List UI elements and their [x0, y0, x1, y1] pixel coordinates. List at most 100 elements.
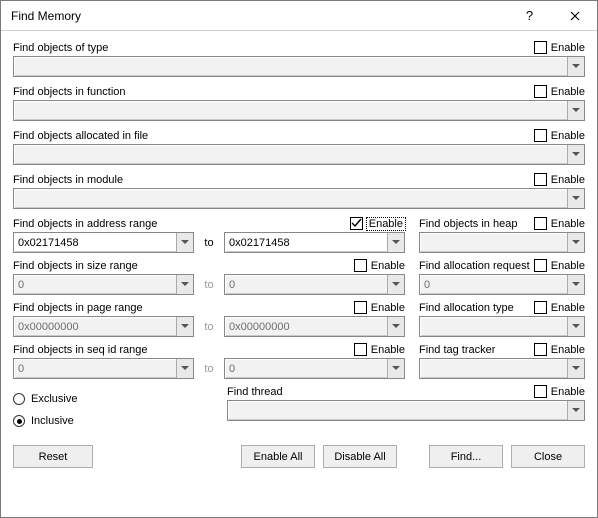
allocreq-enable-label: Enable: [551, 260, 585, 272]
section-heap: Find objects in heap Enable: [419, 217, 585, 253]
radio-inclusive[interactable]: Inclusive: [13, 415, 213, 427]
function-dropdown[interactable]: [13, 100, 585, 121]
section-tag-tracker: Find tag tracker Enable: [419, 343, 585, 379]
file-enable-checkbox[interactable]: [534, 129, 547, 142]
section-address: Find objects in address range Enable 0x0…: [13, 217, 405, 253]
find-memory-dialog: Find Memory ? Find objects of type Enabl…: [0, 0, 598, 518]
chevron-down-icon: [176, 275, 193, 294]
chevron-down-icon: [387, 359, 404, 378]
size-enable-checkbox[interactable]: [354, 259, 367, 272]
allocreq-enable-checkbox[interactable]: [534, 259, 547, 272]
close-icon: [570, 11, 580, 21]
thread-enable-checkbox[interactable]: [534, 385, 547, 398]
seqid-to-dropdown[interactable]: 0: [224, 358, 405, 379]
radio-icon: [13, 415, 25, 427]
thread-dropdown[interactable]: [227, 400, 585, 421]
help-button[interactable]: ?: [507, 1, 552, 30]
close-window-button[interactable]: [552, 1, 597, 30]
size-label: Find objects in size range: [13, 260, 138, 272]
size-enable-label: Enable: [371, 260, 405, 272]
seqid-label: Find objects in seq id range: [13, 344, 148, 356]
address-from-dropdown[interactable]: 0x02171458: [13, 232, 194, 253]
section-page: Find objects in page range Enable 0x0000…: [13, 301, 405, 337]
module-enable-label: Enable: [551, 174, 585, 186]
address-enable-checkbox[interactable]: [350, 217, 363, 230]
chevron-down-icon: [567, 145, 584, 164]
thread-enable-label: Enable: [551, 386, 585, 398]
tag-enable-label: Enable: [551, 344, 585, 356]
help-icon: ?: [526, 8, 533, 23]
alloctype-enable-checkbox[interactable]: [534, 301, 547, 314]
alloctype-dropdown[interactable]: [419, 316, 585, 337]
section-size: Find objects in size range Enable 0 to 0: [13, 259, 405, 295]
function-enable-checkbox[interactable]: [534, 85, 547, 98]
chevron-down-icon: [176, 233, 193, 252]
tag-enable-checkbox[interactable]: [534, 343, 547, 356]
section-thread: Find thread Enable: [227, 385, 585, 421]
function-enable-label: Enable: [551, 86, 585, 98]
titlebar: Find Memory ?: [1, 1, 597, 31]
chevron-down-icon: [567, 101, 584, 120]
thread-label: Find thread: [227, 386, 283, 398]
seqid-enable-label: Enable: [371, 344, 405, 356]
radio-exclusive[interactable]: Exclusive: [13, 393, 213, 405]
chevron-down-icon: [387, 233, 404, 252]
seqid-from-dropdown[interactable]: 0: [13, 358, 194, 379]
window-title: Find Memory: [11, 9, 507, 23]
chevron-down-icon: [567, 57, 584, 76]
enable-all-button[interactable]: Enable All: [241, 445, 315, 468]
chevron-down-icon: [387, 275, 404, 294]
size-to-dropdown[interactable]: 0: [224, 274, 405, 295]
tag-dropdown[interactable]: [419, 358, 585, 379]
file-label: Find objects allocated in file: [13, 130, 148, 142]
chevron-down-icon: [176, 359, 193, 378]
file-dropdown[interactable]: [13, 144, 585, 165]
type-dropdown[interactable]: [13, 56, 585, 77]
chevron-down-icon: [387, 317, 404, 336]
section-file: Find objects allocated in file Enable: [13, 129, 585, 165]
seqid-to-label: to: [200, 363, 218, 375]
heap-enable-label: Enable: [551, 218, 585, 230]
tag-label: Find tag tracker: [419, 344, 495, 356]
page-label: Find objects in page range: [13, 302, 143, 314]
exclusive-label: Exclusive: [31, 393, 77, 405]
module-label: Find objects in module: [13, 174, 123, 186]
function-label: Find objects in function: [13, 86, 126, 98]
file-enable-label: Enable: [551, 130, 585, 142]
button-row: Reset Enable All Disable All Find... Clo…: [13, 433, 585, 468]
allocreq-label: Find allocation request: [419, 260, 530, 272]
heap-enable-checkbox[interactable]: [534, 217, 547, 230]
type-enable-checkbox[interactable]: [534, 41, 547, 54]
close-button[interactable]: Close: [511, 445, 585, 468]
seqid-enable-checkbox[interactable]: [354, 343, 367, 356]
address-to-dropdown[interactable]: 0x02171458: [224, 232, 405, 253]
reset-button[interactable]: Reset: [13, 445, 93, 468]
page-to-dropdown[interactable]: 0x00000000: [224, 316, 405, 337]
disable-all-button[interactable]: Disable All: [323, 445, 397, 468]
chevron-down-icon: [567, 233, 584, 252]
page-to-label: to: [200, 321, 218, 333]
dialog-content: Find objects of type Enable Find objects…: [1, 31, 597, 517]
chevron-down-icon: [176, 317, 193, 336]
allocreq-dropdown[interactable]: 0: [419, 274, 585, 295]
size-from-dropdown[interactable]: 0: [13, 274, 194, 295]
section-seqid: Find objects in seq id range Enable 0 to…: [13, 343, 405, 379]
match-mode-group: Exclusive Inclusive: [13, 385, 213, 427]
type-enable-label: Enable: [551, 42, 585, 54]
size-to-label: to: [200, 279, 218, 291]
section-function: Find objects in function Enable: [13, 85, 585, 121]
module-enable-checkbox[interactable]: [534, 173, 547, 186]
heap-dropdown[interactable]: [419, 232, 585, 253]
find-button[interactable]: Find...: [429, 445, 503, 468]
address-to-label: to: [200, 237, 218, 249]
page-enable-label: Enable: [371, 302, 405, 314]
heap-label: Find objects in heap: [419, 218, 517, 230]
radio-icon: [13, 393, 25, 405]
chevron-down-icon: [567, 359, 584, 378]
address-label: Find objects in address range: [13, 218, 157, 230]
page-from-dropdown[interactable]: 0x00000000: [13, 316, 194, 337]
module-dropdown[interactable]: [13, 188, 585, 209]
page-enable-checkbox[interactable]: [354, 301, 367, 314]
type-label: Find objects of type: [13, 42, 108, 54]
chevron-down-icon: [567, 275, 584, 294]
